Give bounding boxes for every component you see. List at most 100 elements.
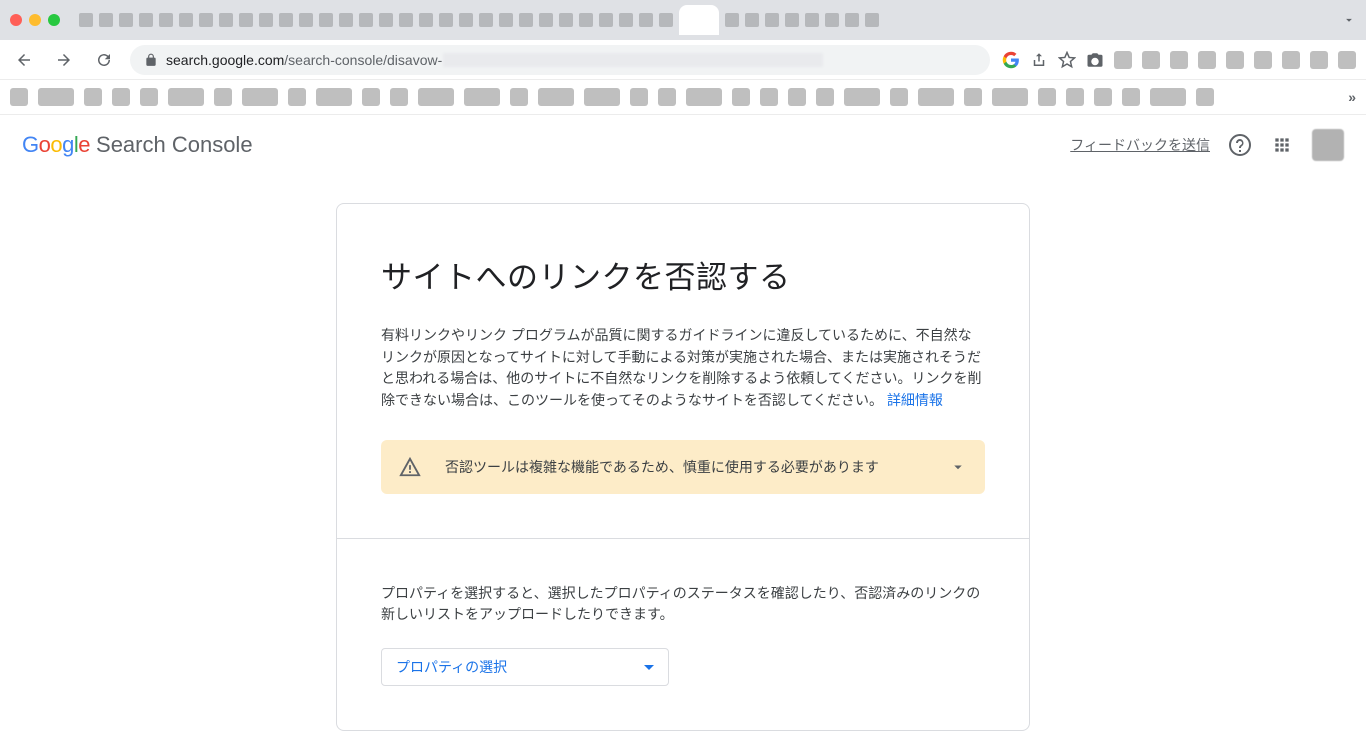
browser-tab[interactable] (379, 13, 393, 27)
bookmark-item[interactable] (316, 88, 352, 106)
extension-icon[interactable] (1254, 51, 1272, 69)
browser-tab[interactable] (745, 13, 759, 27)
browser-tab[interactable] (399, 13, 413, 27)
bookmark-item[interactable] (1196, 88, 1214, 106)
browser-tab[interactable] (99, 13, 113, 27)
bookmark-item[interactable] (630, 88, 648, 106)
browser-tab-active[interactable] (679, 5, 719, 35)
browser-tab[interactable] (619, 13, 633, 27)
learn-more-link[interactable]: 詳細情報 (887, 392, 943, 408)
browser-tab[interactable] (519, 13, 533, 27)
bookmark-item[interactable] (418, 88, 454, 106)
extension-icon[interactable] (1226, 51, 1244, 69)
camera-icon[interactable] (1086, 51, 1104, 69)
extension-icon[interactable] (1170, 51, 1188, 69)
browser-tab[interactable] (119, 13, 133, 27)
bookmark-item[interactable] (1122, 88, 1140, 106)
bookmark-item[interactable] (732, 88, 750, 106)
browser-tab[interactable] (459, 13, 473, 27)
warning-banner[interactable]: 否認ツールは複雑な機能であるため、慎重に使用する必要があります (381, 440, 985, 494)
browser-tab[interactable] (219, 13, 233, 27)
bookmark-item[interactable] (390, 88, 408, 106)
bookmark-item[interactable] (242, 88, 278, 106)
browser-tab[interactable] (299, 13, 313, 27)
reload-button[interactable] (90, 46, 118, 74)
bookmark-item[interactable] (112, 88, 130, 106)
traffic-close-icon[interactable] (10, 14, 22, 26)
browser-tab[interactable] (339, 13, 353, 27)
bookmark-item[interactable] (584, 88, 620, 106)
bookmark-item[interactable] (362, 88, 380, 106)
bookmark-item[interactable] (844, 88, 880, 106)
browser-tab[interactable] (279, 13, 293, 27)
apps-grid-icon[interactable] (1270, 133, 1294, 157)
browser-tab[interactable] (159, 13, 173, 27)
bookmark-item[interactable] (1038, 88, 1056, 106)
browser-menu-icon[interactable] (1338, 51, 1356, 69)
bookmark-item[interactable] (168, 88, 204, 106)
browser-tab[interactable] (765, 13, 779, 27)
traffic-zoom-icon[interactable] (48, 14, 60, 26)
browser-tab[interactable] (805, 13, 819, 27)
extension-icon[interactable] (1198, 51, 1216, 69)
bookmark-item[interactable] (890, 88, 908, 106)
bookmark-item[interactable] (538, 88, 574, 106)
browser-tab[interactable] (639, 13, 653, 27)
browser-tab[interactable] (319, 13, 333, 27)
bookmarks-overflow-icon[interactable]: » (1348, 89, 1356, 105)
google-g-icon[interactable] (1002, 51, 1020, 69)
help-icon[interactable] (1228, 133, 1252, 157)
bookmark-item[interactable] (760, 88, 778, 106)
browser-tab[interactable] (239, 13, 253, 27)
feedback-link[interactable]: フィードバックを送信 (1070, 135, 1210, 155)
bookmark-item[interactable] (964, 88, 982, 106)
browser-tab[interactable] (599, 13, 613, 27)
browser-tab[interactable] (539, 13, 553, 27)
bookmark-item[interactable] (10, 88, 28, 106)
bookmark-item[interactable] (464, 88, 500, 106)
bookmark-item[interactable] (1066, 88, 1084, 106)
back-button[interactable] (10, 46, 38, 74)
browser-tab[interactable] (559, 13, 573, 27)
bookmark-item[interactable] (1150, 88, 1186, 106)
browser-tab[interactable] (579, 13, 593, 27)
tab-overflow-chevron-icon[interactable] (1342, 13, 1356, 27)
browser-tab[interactable] (825, 13, 839, 27)
bookmark-item[interactable] (84, 88, 102, 106)
extension-icon[interactable] (1114, 51, 1132, 69)
bookmark-item[interactable] (288, 88, 306, 106)
bookmark-item[interactable] (38, 88, 74, 106)
bookmark-item[interactable] (816, 88, 834, 106)
traffic-minimize-icon[interactable] (29, 14, 41, 26)
bookmark-item[interactable] (918, 88, 954, 106)
property-select-dropdown[interactable]: プロパティの選択 (381, 648, 669, 686)
browser-tab[interactable] (479, 13, 493, 27)
google-logo[interactable]: Google Search Console (22, 132, 253, 158)
browser-tab[interactable] (865, 13, 879, 27)
extension-icon[interactable] (1142, 51, 1160, 69)
bookmark-item[interactable] (788, 88, 806, 106)
browser-tab[interactable] (499, 13, 513, 27)
address-bar[interactable]: search.google.com/search-console/disavow… (130, 45, 990, 75)
bookmark-item[interactable] (992, 88, 1028, 106)
browser-tab[interactable] (139, 13, 153, 27)
bookmark-item[interactable] (510, 88, 528, 106)
browser-tab[interactable] (79, 13, 93, 27)
browser-tab[interactable] (845, 13, 859, 27)
bookmark-item[interactable] (658, 88, 676, 106)
bookmark-item[interactable] (214, 88, 232, 106)
browser-tab[interactable] (659, 13, 673, 27)
bookmark-item[interactable] (1094, 88, 1112, 106)
bookmark-star-icon[interactable] (1058, 51, 1076, 69)
bookmark-item[interactable] (686, 88, 722, 106)
browser-tab[interactable] (259, 13, 273, 27)
bookmark-item[interactable] (140, 88, 158, 106)
extension-icon[interactable] (1310, 51, 1328, 69)
share-icon[interactable] (1030, 51, 1048, 69)
browser-tab[interactable] (419, 13, 433, 27)
browser-tab[interactable] (359, 13, 373, 27)
browser-tab[interactable] (725, 13, 739, 27)
extension-icon[interactable] (1282, 51, 1300, 69)
browser-tab[interactable] (785, 13, 799, 27)
browser-tab[interactable] (439, 13, 453, 27)
